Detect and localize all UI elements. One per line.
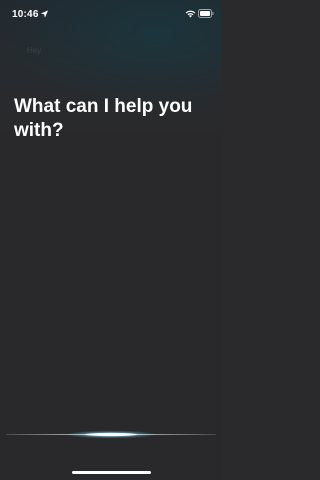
siri-screen: 10:46 Hey What can I help you with? [0, 0, 222, 480]
home-indicator[interactable] [72, 471, 151, 474]
status-bar: 10:46 [0, 0, 222, 30]
wifi-icon [185, 10, 196, 18]
battery-icon [198, 9, 214, 18]
siri-waveform[interactable] [0, 420, 222, 450]
background-faded-text: Hey [27, 46, 42, 55]
siri-prompt: What can I help you with? [14, 96, 193, 141]
location-arrow-icon [40, 10, 49, 18]
status-time: 10:46 [12, 9, 39, 20]
